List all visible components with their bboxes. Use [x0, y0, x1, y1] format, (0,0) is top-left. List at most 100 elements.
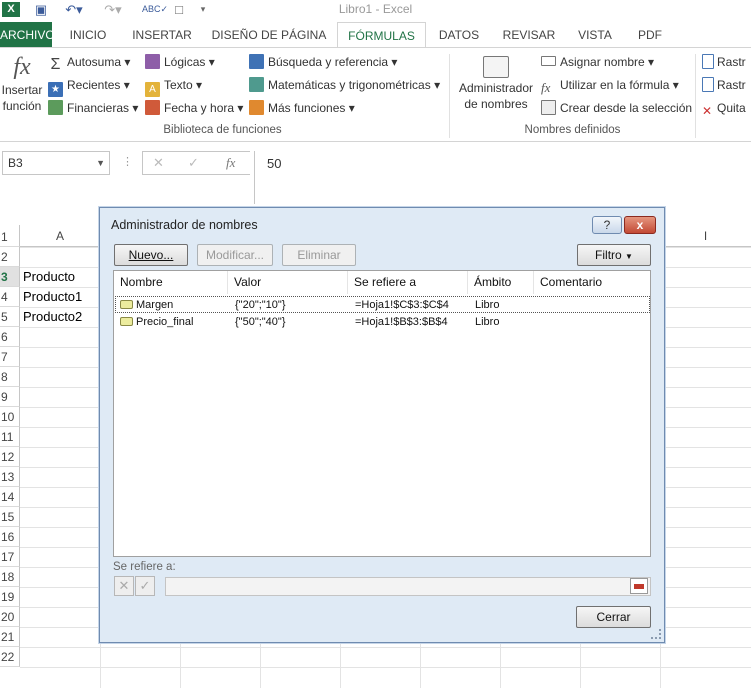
formula-input[interactable]: 50	[254, 151, 751, 204]
cancel-icon[interactable]: ✕	[153, 155, 164, 171]
cancel-ref-icon[interactable]: ✕	[114, 576, 134, 596]
datetime-button[interactable]: Fecha y hora ▾	[145, 99, 243, 117]
row-header[interactable]: 9	[0, 387, 20, 407]
tab-formulas[interactable]: FÓRMULAS	[337, 22, 426, 49]
confirm-ref-icon[interactable]: ✓	[135, 576, 155, 596]
row-header[interactable]: 21	[0, 627, 20, 647]
lookup-icon	[249, 54, 264, 69]
row-header[interactable]: 15	[0, 507, 20, 527]
column-header-i[interactable]: I	[660, 225, 751, 247]
insert-function-icon[interactable]: fx	[226, 155, 235, 171]
refers-to-input[interactable]	[165, 577, 651, 596]
close-button[interactable]: Cerrar	[576, 606, 651, 628]
edit-button[interactable]: Modificar...	[197, 244, 273, 266]
tab-pdf[interactable]: PDF	[630, 22, 670, 48]
create-from-selection-icon	[541, 100, 556, 115]
name-manager-button[interactable]: Administrador de nombres	[455, 54, 537, 112]
group-label-names: Nombres definidos	[524, 124, 621, 136]
tab-insertar[interactable]: INSERTAR	[126, 22, 198, 48]
lookup-button[interactable]: Búsqueda y referencia ▾	[249, 53, 397, 71]
close-icon[interactable]: x	[624, 216, 656, 234]
list-item[interactable]: Margen {"20";"10"} =Hoja1!$C$3:$C$4 Libr…	[115, 296, 650, 313]
define-name-button[interactable]: Asignar nombre ▾	[541, 53, 654, 71]
row-header[interactable]: 14	[0, 487, 20, 507]
use-in-formula-button[interactable]: fx Utilizar en la fórmula ▾	[541, 76, 679, 95]
tab-diseno[interactable]: DISEÑO DE PÁGINA	[208, 22, 330, 48]
row-header[interactable]: 5	[0, 307, 20, 327]
row-header[interactable]: 3	[0, 267, 20, 287]
tab-revisar[interactable]: REVISAR	[498, 22, 560, 48]
financial-button[interactable]: Financieras ▾	[48, 99, 138, 117]
row-header[interactable]: 16	[0, 527, 20, 547]
row-header[interactable]: 18	[0, 567, 20, 587]
collapse-dialog-icon[interactable]	[630, 578, 648, 594]
help-button[interactable]: ?	[592, 216, 622, 234]
fx-small-icon: fx	[541, 80, 551, 95]
row-header[interactable]: 22	[0, 647, 20, 667]
chevron-down-icon: ▼	[96, 158, 105, 168]
resize-grip-icon[interactable]	[651, 629, 661, 639]
new-button[interactable]: Nuevo...	[114, 244, 188, 266]
row-header[interactable]: 8	[0, 367, 20, 387]
row-header[interactable]: 19	[0, 587, 20, 607]
ribbon-separator-2	[695, 54, 696, 138]
list-item[interactable]: Precio_final {"50";"40"} =Hoja1!$B$3:$B$…	[115, 314, 650, 331]
ribbon-tabs: ARCHIVO INICIO INSERTAR DISEÑO DE PÁGINA…	[0, 22, 751, 49]
tab-inicio[interactable]: INICIO	[60, 22, 116, 48]
row-header[interactable]: 1	[0, 227, 20, 247]
name-box[interactable]: B3 ▼	[2, 151, 110, 175]
tab-datos[interactable]: DATOS	[432, 22, 486, 48]
star-icon: ★	[48, 82, 63, 97]
text-button[interactable]: A Texto ▾	[145, 76, 202, 97]
quick-access-toolbar: X ▣ ↶▾ ↷▾ ABC✓ □ ▾ Libro1 - Excel	[0, 0, 751, 20]
more-functions-button[interactable]: Más funciones ▾	[249, 99, 355, 117]
math-button[interactable]: Matemáticas y trigonométricas ▾	[249, 76, 440, 94]
name-tag-icon	[120, 300, 133, 309]
trace-precedents-button[interactable]: Rastr	[702, 53, 746, 71]
enter-icon[interactable]: ✓	[188, 155, 199, 171]
col-header-value[interactable]: Valor	[228, 271, 348, 294]
create-from-selection-button[interactable]: Crear desde la selección	[541, 99, 692, 117]
logical-button[interactable]: Lógicas ▾	[145, 53, 215, 71]
cell-a4[interactable]: Producto2	[21, 307, 82, 327]
col-header-comment[interactable]: Comentario	[534, 271, 650, 294]
insert-function-button[interactable]: fx Insertar función	[0, 52, 44, 114]
formula-buttons: ✕ ✓ fx	[142, 151, 250, 175]
recent-button[interactable]: ★ Recientes ▾	[48, 76, 130, 97]
col-header-scope[interactable]: Ámbito	[468, 271, 534, 294]
more-functions-icon	[249, 100, 264, 115]
dialog-title: Administrador de nombres	[111, 218, 258, 232]
cell-a2[interactable]: Producto	[21, 267, 75, 287]
tag-icon	[541, 56, 556, 66]
row-header[interactable]: 17	[0, 547, 20, 567]
names-list[interactable]: Nombre Valor Se refiere a Ámbito Comenta…	[113, 270, 651, 557]
text-icon: A	[145, 82, 160, 97]
remove-arrows-button[interactable]: ✕ Quita	[702, 99, 746, 119]
row-header[interactable]: 11	[0, 427, 20, 447]
row-header[interactable]: 2	[0, 247, 20, 267]
filter-button[interactable]: Filtro ▼	[577, 244, 651, 266]
cell-a3[interactable]: Producto1	[21, 287, 82, 307]
tab-vista[interactable]: VISTA	[570, 22, 620, 48]
delete-button[interactable]: Eliminar	[282, 244, 356, 266]
financial-icon	[48, 100, 63, 115]
logical-icon	[145, 54, 160, 69]
row-header[interactable]: 7	[0, 347, 20, 367]
more-options-icon: ⋮	[122, 156, 133, 168]
autosum-button[interactable]: Σ Autosuma ▾	[48, 53, 131, 73]
row-header[interactable]: 13	[0, 467, 20, 487]
tab-archivo[interactable]: ARCHIVO	[0, 22, 55, 48]
row-header[interactable]: 10	[0, 407, 20, 427]
row-header[interactable]: 4	[0, 287, 20, 307]
row-header[interactable]: 6	[0, 327, 20, 347]
row-header[interactable]: 20	[0, 607, 20, 627]
col-header-refers[interactable]: Se refiere a	[348, 271, 468, 294]
remove-arrows-icon: ✕	[702, 104, 713, 118]
col-header-name[interactable]: Nombre	[114, 271, 228, 294]
trace-dependents-button[interactable]: Rastr	[702, 76, 746, 94]
row-header[interactable]: 12	[0, 447, 20, 467]
name-manager-label-2: de nombres	[464, 97, 528, 111]
name-cell: Margen	[120, 297, 173, 314]
column-header-a[interactable]: A	[20, 225, 101, 247]
ribbon-formulas: fx Insertar función Σ Autosuma ▾ ★ Recient…	[0, 47, 751, 142]
